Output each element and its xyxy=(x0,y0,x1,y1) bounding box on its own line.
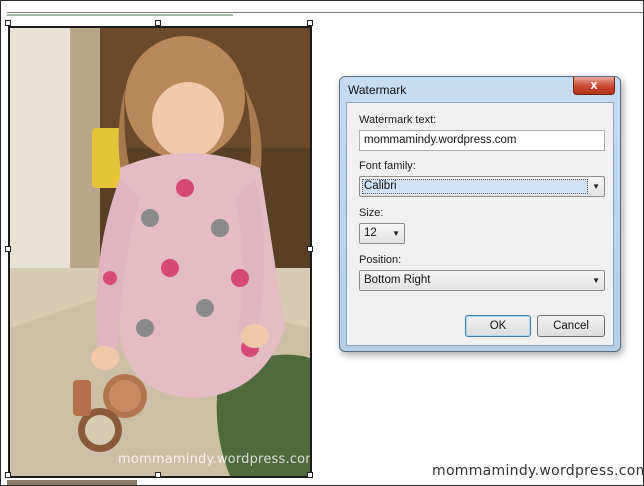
resize-handle-top-right[interactable] xyxy=(307,20,313,26)
ok-button[interactable]: OK xyxy=(465,315,531,337)
dialog-titlebar[interactable]: Watermark x xyxy=(340,77,620,101)
top-rule-accent xyxy=(7,14,233,16)
resize-handle-bottom[interactable] xyxy=(155,472,161,478)
position-label: Position: xyxy=(359,254,402,266)
dialog-title: Watermark xyxy=(348,83,407,97)
resize-handle-top-left[interactable] xyxy=(5,20,11,26)
position-dropdown[interactable]: Bottom Right ▼ xyxy=(359,270,605,291)
photo-watermark-text: mommamindy.wordpress.com xyxy=(118,452,312,467)
resize-handle-bottom-left[interactable] xyxy=(5,472,11,478)
close-button[interactable]: x xyxy=(573,77,615,95)
chevron-down-icon: ▼ xyxy=(592,182,600,191)
size-dropdown[interactable]: 12 ▼ xyxy=(359,223,405,244)
font-family-dropdown[interactable]: Calibri ▼ xyxy=(359,176,605,197)
watermark-text-value: mommamindy.wordpress.com xyxy=(364,134,517,146)
bottom-image-edge xyxy=(7,480,137,485)
size-value: 12 xyxy=(364,227,377,239)
font-family-label: Font family: xyxy=(359,160,416,172)
resize-handle-right[interactable] xyxy=(307,246,313,252)
size-label: Size: xyxy=(359,207,384,219)
chevron-down-icon: ▼ xyxy=(592,276,600,285)
resize-handle-left[interactable] xyxy=(5,246,11,252)
cancel-button[interactable]: Cancel xyxy=(537,315,605,337)
top-rule xyxy=(7,12,643,13)
resize-handle-top[interactable] xyxy=(155,20,161,26)
watermark-text-input[interactable]: mommamindy.wordpress.com xyxy=(359,130,605,151)
font-family-value: Calibri xyxy=(364,180,397,192)
position-value: Bottom Right xyxy=(364,274,431,286)
document-canvas: mommamindy.wordpress.com mommamindy.word… xyxy=(0,0,644,486)
page-watermark-text: mommamindy.wordpress.com xyxy=(432,463,644,479)
close-icon: x xyxy=(590,77,598,92)
dialog-body: Watermark text: mommamindy.wordpress.com… xyxy=(346,102,614,346)
watermark-dialog: Watermark x Watermark text: mommamindy.w… xyxy=(339,76,621,352)
photo-image[interactable]: mommamindy.wordpress.com xyxy=(8,26,312,478)
photo-illustration xyxy=(10,28,310,476)
chevron-down-icon: ▼ xyxy=(392,229,400,238)
watermark-text-label: Watermark text: xyxy=(359,114,437,126)
resize-handle-bottom-right[interactable] xyxy=(307,472,313,478)
